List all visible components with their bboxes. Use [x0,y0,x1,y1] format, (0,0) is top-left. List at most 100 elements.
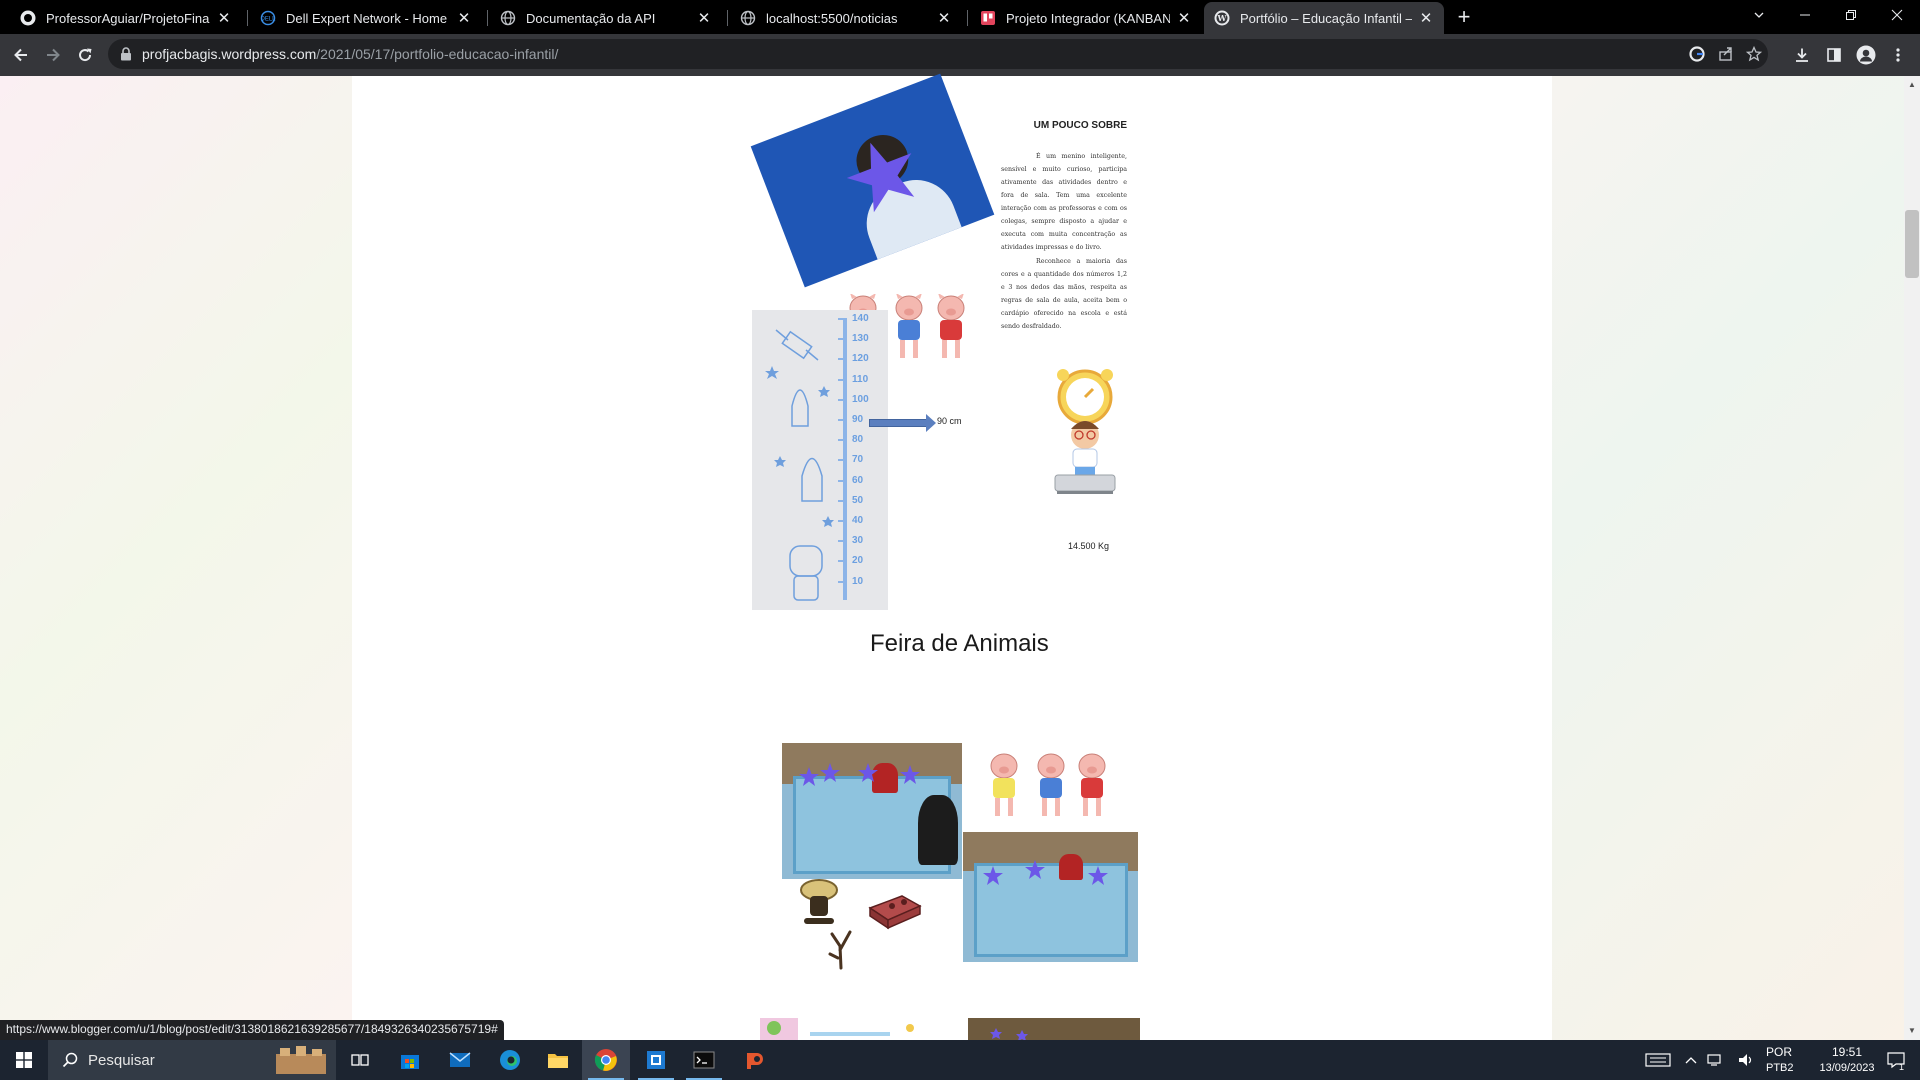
tab-portfolio[interactable]: W Portfólio – Educação Infantil – Pr ✕ [1204,2,1444,34]
profile-avatar-icon[interactable] [1854,43,1878,67]
ruler-tick-label: 90 [852,414,864,425]
section-title: Feira de Animais [870,630,1049,657]
ruler-tick [838,459,847,462]
tab-separator [967,10,968,26]
close-tab-icon[interactable]: ✕ [936,10,952,27]
scrollbar-thumb[interactable] [1905,210,1919,278]
tab-kanban[interactable]: Projeto Integrador (KANBAN) | Tr ✕ [970,2,1202,34]
tab-separator [247,10,248,26]
ruler-tick-label: 110 [852,373,869,385]
ruler-tick-label: 140 [852,313,869,324]
microsoft-store-icon[interactable] [386,1040,434,1080]
back-icon[interactable] [9,43,33,67]
animal-fair-photo-2 [963,832,1138,962]
tab-separator [487,10,488,26]
close-tab-icon[interactable]: ✕ [1418,10,1434,27]
ruler-tick [838,499,847,502]
dell-icon: DELL [260,10,276,26]
side-panel-icon[interactable] [1822,43,1846,67]
mail-icon[interactable] [436,1040,484,1080]
tab-dell[interactable]: DELL Dell Expert Network - Home ✕ [250,2,482,34]
ruler-tick [838,378,847,381]
url-path: /2021/05/17/portfolio-educacao-infantil/ [316,46,559,62]
google-lens-icon[interactable] [1685,42,1709,66]
ruler-tick [838,540,847,543]
language-bar-icon[interactable] [1634,1040,1682,1080]
ruler-tick-label: 60 [852,474,864,486]
chrome-menu-icon[interactable] [1886,43,1910,67]
ruler-tick [838,439,847,442]
lock-icon[interactable] [120,47,132,61]
app-taskbar-icon[interactable] [730,1040,778,1080]
notification-center-icon[interactable]: 1 [1876,1040,1916,1080]
blue-star-icon [858,763,878,782]
show-hidden-icons-icon[interactable] [1678,1040,1704,1080]
task-view-icon[interactable] [336,1040,384,1080]
ruler-tick [838,338,847,341]
next-section-images [760,1018,1140,1042]
pig-blue-icon [895,294,923,358]
address-bar[interactable]: profjacbagis.wordpress.com/2021/05/17/po… [108,39,1768,69]
file-explorer-icon[interactable] [534,1040,582,1080]
new-tab-button[interactable]: + [1452,6,1476,30]
volume-icon[interactable] [1734,1040,1760,1080]
edge-icon[interactable] [486,1040,534,1080]
chrome-taskbar-icon[interactable] [582,1040,630,1080]
close-tab-icon[interactable]: ✕ [696,10,712,27]
tab-separator [727,10,728,26]
close-window-icon[interactable] [1874,0,1920,30]
about-text: É um menino inteligente, sensível e muit… [1001,150,1127,334]
ruler-tick [838,318,847,320]
download-icon[interactable] [1790,43,1814,67]
tab-api-docs[interactable]: Documentação da API ✕ [490,2,722,34]
svg-text:W: W [1217,13,1228,23]
share-icon[interactable] [1714,42,1738,66]
forward-icon[interactable] [41,43,65,67]
tab-github[interactable]: ProfessorAguiar/ProjetoFinal-NI ✕ [10,2,242,34]
weighing-scale-illustration [1054,369,1116,494]
tab-title: Portfólio – Educação Infantil – Pr [1240,10,1412,26]
clock-date[interactable]: 13/09/2023 [1814,1062,1880,1074]
bookmark-star-icon[interactable] [1742,42,1766,66]
about-paragraph: É um menino inteligente, sensível e muit… [1001,153,1127,251]
input-language[interactable]: POR [1766,1045,1792,1059]
taskbar-search[interactable]: Pesquisar [48,1040,336,1080]
ruler-tick-label: 10 [852,575,864,587]
ruler-tick [838,580,847,583]
blue-star-icon [799,767,819,786]
ruler-tick [838,560,847,563]
restore-icon[interactable] [1828,0,1874,30]
close-tab-icon[interactable]: ✕ [216,10,232,27]
vscode-taskbar-icon[interactable] [632,1040,680,1080]
ruler-tick-label: 80 [852,434,864,446]
network-icon[interactable] [1702,1040,1728,1080]
browser-toolbar: profjacbagis.wordpress.com/2021/05/17/po… [0,34,1920,76]
windows-start-icon[interactable] [0,1040,48,1080]
blue-star-icon [1088,866,1108,885]
tab-title: Projeto Integrador (KANBAN) | Tr [1006,10,1170,26]
photo-person [1059,854,1083,880]
ruler-tick [838,479,847,482]
wordpress-icon: W [1214,10,1230,26]
ruler-tick [838,419,847,421]
blue-star-icon [820,763,840,782]
scroll-down-icon[interactable]: ▼ [1904,1024,1920,1038]
tab-title: ProfessorAguiar/ProjetoFinal-NI [46,10,210,26]
terminal-taskbar-icon[interactable] [680,1040,728,1080]
close-tab-icon[interactable]: ✕ [1176,10,1192,27]
ruler-tick-label: 20 [852,555,864,567]
minimize-icon[interactable] [1782,0,1828,30]
ruler-tick [838,520,847,522]
scroll-up-icon[interactable]: ▲ [1904,78,1920,92]
trello-icon [980,10,996,26]
keyboard-layout[interactable]: PTB2 [1766,1062,1794,1074]
tab-localhost[interactable]: localhost:5500/noticias ✕ [730,2,962,34]
search-highlight-illustration [276,1046,326,1074]
photo-person [918,795,958,865]
reload-icon[interactable] [73,43,97,67]
tab-title: Dell Expert Network - Home [286,10,448,26]
close-tab-icon[interactable]: ✕ [456,10,472,27]
url-text[interactable]: profjacbagis.wordpress.com/2021/05/17/po… [142,46,558,62]
clock-time[interactable]: 19:51 [1814,1045,1880,1059]
tab-search-icon[interactable] [1736,0,1782,30]
